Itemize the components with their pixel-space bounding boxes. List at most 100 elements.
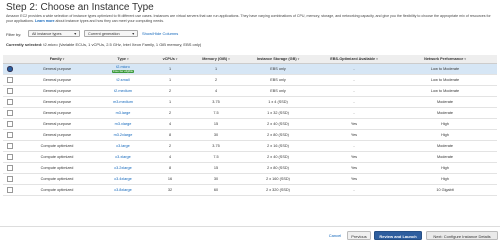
ebs-optimized-cell: Yes: [315, 162, 393, 174]
row-checkbox[interactable]: [7, 88, 13, 94]
family-cell: Compute optimized: [17, 140, 97, 152]
column-header[interactable]: Network Performance ▾: [393, 55, 497, 64]
column-header[interactable]: EBS-Optimized Available ▾: [315, 55, 393, 64]
row-select-cell[interactable]: [3, 151, 17, 163]
network-cell: High: [393, 118, 497, 130]
row-select-cell[interactable]: [3, 63, 17, 75]
network-cell: High: [393, 129, 497, 141]
review-and-launch-button[interactable]: Review and Launch: [374, 231, 422, 240]
family-cell: Compute optimized: [17, 184, 97, 196]
table-row[interactable]: General purpose t2.micro Free tier eligibl…: [3, 63, 497, 75]
row-select-cell[interactable]: [3, 85, 17, 97]
ebs-optimized-cell: -: [315, 85, 393, 97]
type-cell: t2.micro Free tier eligible: [97, 63, 149, 75]
show-hide-columns-link[interactable]: Show/Hide Columns: [142, 31, 178, 36]
table-row[interactable]: Compute optimized c3.4xlarge 16 30 2 x 160 (…: [3, 173, 497, 185]
sort-icon: ▾: [376, 57, 378, 61]
instance-type-name: t2.medium: [114, 88, 132, 93]
row-select-cell[interactable]: [3, 118, 17, 130]
generation-dropdown[interactable]: Current generation ▼: [84, 30, 138, 37]
column-header[interactable]: Type ▾: [97, 55, 149, 64]
row-checkbox[interactable]: [7, 132, 13, 138]
storage-cell: 2 x 40 (SSD): [241, 151, 315, 163]
storage-cell: EBS only: [241, 63, 315, 75]
network-cell: Moderate: [393, 140, 497, 152]
family-cell: General purpose: [17, 96, 97, 108]
row-checkbox[interactable]: [7, 121, 13, 127]
storage-cell: 2 x 80 (SSD): [241, 129, 315, 141]
row-checkbox[interactable]: [7, 154, 13, 160]
network-cell: 10 Gigabit: [393, 184, 497, 196]
row-select-cell[interactable]: [3, 96, 17, 108]
instance-types-dropdown[interactable]: All instance types ▼: [28, 30, 80, 37]
sort-icon: ▾: [175, 57, 178, 61]
network-cell: High: [393, 173, 497, 185]
family-cell: General purpose: [17, 118, 97, 130]
currently-selected: Currently selected: t2.micro (Variable E…: [6, 42, 201, 47]
table-row[interactable]: General purpose m3.xlarge 4 15 2 x 40 (SSD) Y…: [3, 118, 497, 130]
family-cell: General purpose: [17, 63, 97, 75]
memory-cell: 3.75: [191, 140, 241, 152]
generation-value: Current generation: [88, 32, 120, 36]
row-select-cell[interactable]: [3, 74, 17, 86]
memory-cell: 15: [191, 118, 241, 130]
row-checkbox[interactable]: [7, 110, 13, 116]
column-header[interactable]: Family ▾: [17, 55, 97, 64]
row-select-cell[interactable]: [3, 129, 17, 141]
type-cell: m3.large: [97, 107, 149, 119]
selected-radio-icon[interactable]: [7, 66, 13, 72]
row-select-cell[interactable]: [3, 173, 17, 185]
table-row[interactable]: General purpose m3.large 2 7.5 1 x 32 (SSD) -…: [3, 107, 497, 119]
ebs-optimized-cell: -: [315, 184, 393, 196]
row-select-cell[interactable]: [3, 107, 17, 119]
currently-selected-label: Currently selected:: [6, 42, 43, 47]
row-checkbox[interactable]: [7, 99, 13, 105]
table-row[interactable]: General purpose m3.medium 1 3.75 1 x 4 (SSD)…: [3, 96, 497, 108]
ebs-optimized-cell: -: [315, 96, 393, 108]
table-row[interactable]: General purpose t2.medium 2 4 EBS only - Low t…: [3, 85, 497, 97]
column-header[interactable]: Memory (GiB) ▾: [191, 55, 241, 64]
table-row[interactable]: Compute optimized c3.xlarge 4 7.5 2 x 40 (SS…: [3, 151, 497, 163]
cancel-button[interactable]: Cancel: [325, 231, 345, 240]
row-checkbox[interactable]: [7, 77, 13, 83]
type-cell: c3.large: [97, 140, 149, 152]
table-row[interactable]: General purpose m3.2xlarge 8 30 2 x 80 (SSD)…: [3, 129, 497, 141]
row-checkbox[interactable]: [7, 176, 13, 182]
previous-button[interactable]: Previous: [347, 231, 371, 240]
table-row[interactable]: Compute optimized c3.large 2 3.75 2 x 16 (SS…: [3, 140, 497, 152]
row-checkbox[interactable]: [7, 187, 13, 193]
type-cell: c3.xlarge: [97, 151, 149, 163]
learn-more-link[interactable]: Learn more: [35, 19, 55, 23]
table-row[interactable]: General purpose t2.small 1 2 EBS only - Low to…: [3, 74, 497, 86]
family-cell: Compute optimized: [17, 151, 97, 163]
vcpus-cell: 4: [149, 151, 191, 163]
vcpus-cell: 2: [149, 85, 191, 97]
storage-cell: EBS only: [241, 85, 315, 97]
currently-selected-value: t2.micro (Variable ECUs, 1 vCPUs, 2.5 GH…: [43, 42, 202, 47]
vcpus-cell: 8: [149, 129, 191, 141]
select-all-header: [3, 55, 17, 64]
row-checkbox[interactable]: [7, 143, 13, 149]
row-select-cell[interactable]: [3, 140, 17, 152]
table-row[interactable]: Compute optimized c3.8xlarge 32 60 2 x 320 (…: [3, 184, 497, 196]
column-header[interactable]: Instance Storage (GB) ▾: [241, 55, 315, 64]
vcpus-cell: 8: [149, 162, 191, 174]
chevron-down-icon: ▼: [73, 32, 77, 36]
storage-cell: 1 x 32 (SSD): [241, 107, 315, 119]
row-checkbox[interactable]: [7, 165, 13, 171]
instance-type-name: c3.2xlarge: [114, 165, 132, 170]
page-description: Amazon EC2 provides a wide selection of …: [6, 14, 494, 24]
memory-cell: 60: [191, 184, 241, 196]
row-select-cell[interactable]: [3, 184, 17, 196]
ebs-optimized-cell: -: [315, 140, 393, 152]
storage-cell: 2 x 16 (SSD): [241, 140, 315, 152]
table-row[interactable]: Compute optimized c3.2xlarge 8 15 2 x 80 (SS…: [3, 162, 497, 174]
column-header[interactable]: vCPUs ▾: [149, 55, 191, 64]
memory-cell: 15: [191, 162, 241, 174]
family-cell: Compute optimized: [17, 173, 97, 185]
family-cell: General purpose: [17, 129, 97, 141]
network-cell: Moderate: [393, 151, 497, 163]
next-configure-instance-button[interactable]: Next: Configure Instance Details: [426, 231, 498, 240]
row-select-cell[interactable]: [3, 162, 17, 174]
memory-cell: 30: [191, 173, 241, 185]
